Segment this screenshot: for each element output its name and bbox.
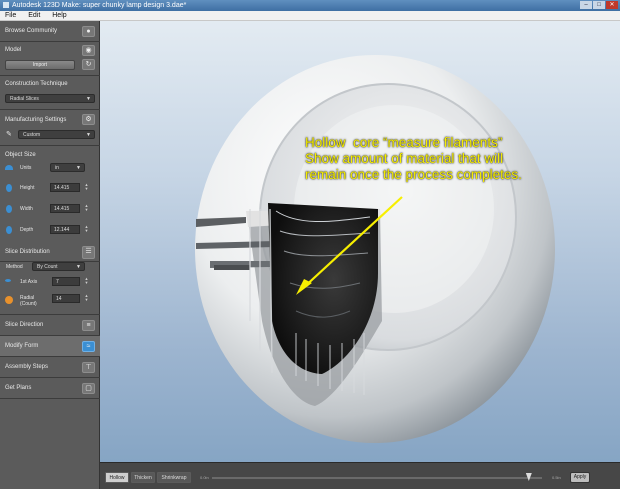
manufacturing-label: Manufacturing Settings <box>5 117 67 123</box>
slice-direction-section[interactable]: Slice Direction ≡ <box>0 315 100 336</box>
height-label: Height <box>20 185 35 191</box>
minimize-button[interactable]: – <box>580 1 592 9</box>
viewport-3d[interactable]: Hollow core “measure filaments” Show amo… <box>100 21 620 462</box>
first-axis-field[interactable]: 7 <box>52 277 80 286</box>
manufacturing-value: Custom <box>23 132 41 138</box>
width-stepper[interactable]: ▲ ▼ <box>84 204 89 213</box>
tab-thicken[interactable]: Thicken <box>131 472 155 483</box>
radial-icon <box>5 296 13 304</box>
construction-section: Construction Technique Radial Slices ▼ <box>0 76 100 110</box>
refresh-icon[interactable]: ↻ <box>82 59 95 70</box>
browse-community-label: Browse Community <box>5 28 58 34</box>
first-axis-stepper[interactable]: ▲ ▼ <box>84 277 89 286</box>
width-label: Width <box>20 206 33 212</box>
radial-stepper[interactable]: ▲ ▼ <box>84 294 89 303</box>
radial-sub-label: (Count) <box>20 301 37 307</box>
menu-edit[interactable]: Edit <box>28 12 40 19</box>
app-icon <box>3 2 9 8</box>
tab-shrinkwrap[interactable]: Shrinkwrap <box>157 472 191 483</box>
width-field[interactable]: 14.415 <box>50 204 80 213</box>
browse-community-section[interactable]: Browse Community ● <box>0 21 100 42</box>
manufacturing-section: Manufacturing Settings ⚙ ✎ Custom ▼ <box>0 110 100 146</box>
first-axis-label: 1st Axis <box>20 279 38 285</box>
slice-distribution-section: Slice Distribution ☰ Method By Count ▼ 1… <box>0 242 100 315</box>
axis-icon <box>5 279 11 282</box>
slice-direction-label: Slice Direction <box>5 322 44 328</box>
menu-bar: File Edit Help <box>0 11 620 21</box>
sidebar: Browse Community ● Model ◉ Import ↻ Cons… <box>0 21 100 489</box>
chevron-down-icon: ▼ <box>86 132 91 138</box>
get-plans-section[interactable]: Get Plans ▢ <box>0 378 100 399</box>
method-dropdown[interactable]: By Count ▼ <box>32 262 85 271</box>
get-plans-label: Get Plans <box>5 385 32 391</box>
tab-hollow[interactable]: Hollow <box>105 472 129 483</box>
width-icon <box>6 205 12 213</box>
units-dropdown[interactable]: in ▼ <box>50 163 85 172</box>
apply-button[interactable]: Apply <box>570 472 590 483</box>
slider-max-label: 0.5in <box>552 475 561 480</box>
document-icon[interactable]: ▢ <box>82 383 95 394</box>
modify-form-label: Modify Form <box>5 343 39 349</box>
slice-distribution-label: Slice Distribution <box>5 249 50 255</box>
assembly-steps-section[interactable]: Assembly Steps ⊤ <box>0 357 100 378</box>
window-titlebar: Autodesk 123D Make: super chunky lamp de… <box>0 0 620 11</box>
depth-label: Depth <box>20 227 34 233</box>
depth-field[interactable]: 12.144 <box>50 225 80 234</box>
units-value: in <box>55 165 59 171</box>
construction-dropdown[interactable]: Radial Slices ▼ <box>5 94 95 103</box>
window-title: Autodesk 123D Make: super chunky lamp de… <box>12 2 187 9</box>
measure-filaments-annotation: Hollow core “measure filaments” Show amo… <box>305 135 522 182</box>
lamp-model <box>195 55 555 443</box>
construction-label: Construction Technique <box>5 81 68 87</box>
chevron-down-icon: ▼ <box>76 264 81 270</box>
model-section: Model ◉ Import ↻ <box>0 42 100 76</box>
import-button[interactable]: Import <box>5 60 75 70</box>
thickness-slider-track[interactable] <box>212 477 542 479</box>
height-stepper[interactable]: ▲ ▼ <box>84 183 89 192</box>
depth-stepper[interactable]: ▲ ▼ <box>84 225 89 234</box>
height-icon <box>6 184 12 192</box>
object-size-label: Object Size <box>5 152 36 158</box>
modify-form-icon[interactable]: ≈ <box>82 341 95 352</box>
menu-help[interactable]: Help <box>52 12 66 19</box>
pencil-icon: ✎ <box>6 131 12 138</box>
menu-file[interactable]: File <box>5 12 16 19</box>
slider-min-label: 0.0in <box>200 475 209 480</box>
manufacturing-dropdown[interactable]: Custom ▼ <box>18 130 95 139</box>
construction-value: Radial Slices <box>10 96 39 102</box>
list-icon[interactable]: ☰ <box>82 246 95 259</box>
method-label: Method <box>6 264 23 270</box>
depth-icon <box>6 226 12 234</box>
people-icon[interactable]: ● <box>82 26 95 37</box>
gear-icon[interactable]: ⚙ <box>82 114 95 125</box>
radial-field[interactable]: 14 <box>52 294 80 303</box>
slice-direction-icon[interactable]: ≡ <box>82 320 95 331</box>
window-controls: – □ ✕ <box>580 1 618 9</box>
chevron-down-icon: ▼ <box>86 96 91 102</box>
assembly-icon[interactable]: ⊤ <box>82 362 95 373</box>
units-icon <box>5 165 13 170</box>
assembly-steps-label: Assembly Steps <box>5 364 49 370</box>
height-field[interactable]: 14.415 <box>50 183 80 192</box>
eye-icon[interactable]: ◉ <box>82 45 95 56</box>
modify-form-toolbar: Hollow Thicken Shrinkwrap 0.0in 0.5in Ap… <box>100 462 620 489</box>
modify-form-section[interactable]: Modify Form ≈ <box>0 336 100 357</box>
method-value: By Count <box>37 264 58 270</box>
close-button[interactable]: ✕ <box>606 1 618 9</box>
units-label: Units <box>20 165 32 171</box>
chevron-down-icon: ▼ <box>76 165 81 171</box>
maximize-button[interactable]: □ <box>593 1 605 9</box>
model-label: Model <box>5 47 22 53</box>
